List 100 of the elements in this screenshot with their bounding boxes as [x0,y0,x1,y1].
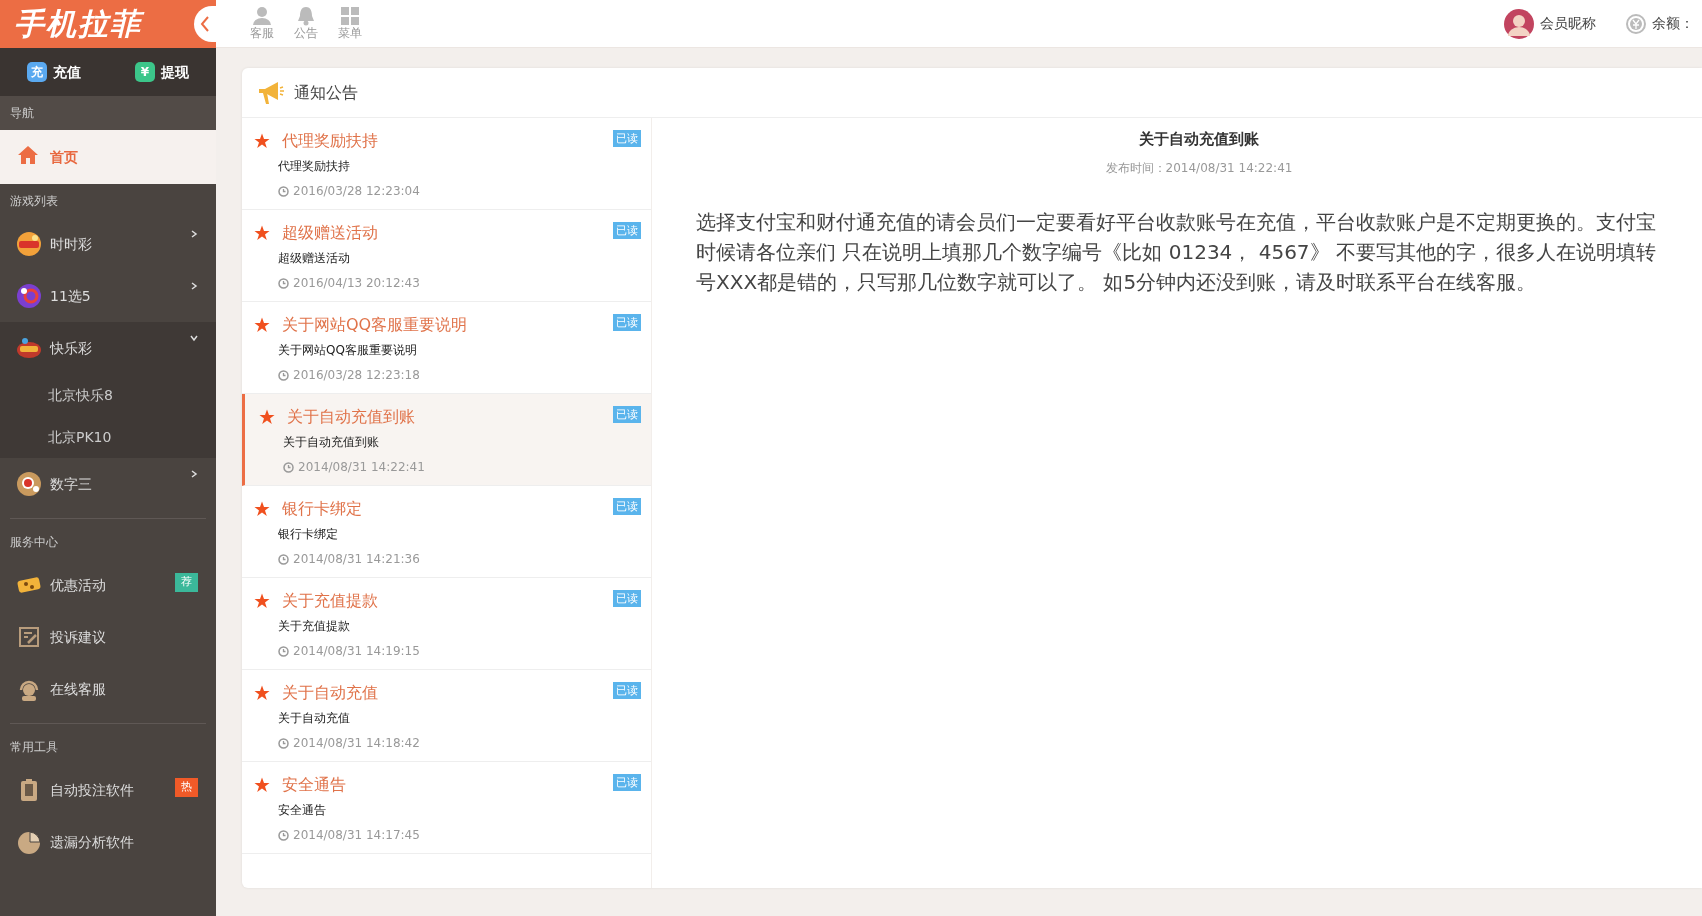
panel-title: 通知公告 [294,81,358,104]
sidebar-item[interactable]: 优惠活动 荐 [0,559,216,611]
balance-label: 余额： [1652,14,1694,33]
chevron-right-icon [190,470,198,478]
number-ball-icon [16,471,42,497]
notice-title: 安全通告 [282,774,347,796]
star-icon [254,777,270,793]
notice-time: 2014/08/31 14:18:42 [293,735,420,752]
sidebar-subitem[interactable]: 北京PK10 [0,416,216,458]
notice-time: 2016/04/13 20:12:43 [293,275,420,292]
article-text: 号XXX都是错的，只写那几位数字就可以了。 如5分钟内还没到账，请及时联系平台在线客服。 [696,268,1537,296]
avatar-icon [1504,8,1534,39]
article-text: 时候请各位亲们 只在说明上填那几个数字编号《比如 01234， 4567》 不要写其他的字，很多人在说明填转 [696,238,1656,266]
clock-icon [278,645,289,657]
badge: 荐 [175,573,198,592]
read-badge: 已读 [613,314,641,331]
section-label: 导航 [0,96,216,130]
edit-icon [16,624,42,650]
notice-item[interactable]: 关于充值提款 已读 关于充值提款 2014/08/31 14:19:15 [242,578,651,670]
badge: 热 [175,778,198,797]
star-icon [254,317,270,333]
notice-summary: 代理奖励扶持 [278,158,351,175]
notice-summary: 关于自动充值 [278,710,351,727]
sidebar-item[interactable]: 快乐彩 [0,322,216,374]
sidebar-item[interactable]: 自动投注软件 热 [0,764,216,816]
notice-item[interactable]: 安全通告 已读 安全通告 2014/08/31 14:17:45 [242,762,651,854]
notice-time: 2016/03/28 12:23:18 [293,367,420,384]
bowl-icon [16,335,42,361]
chevron-right-icon [190,230,198,238]
section-label: 服务中心 [9,534,59,551]
section-label: 游戏列表 [9,193,59,210]
star-icon [254,501,270,517]
notice-summary: 关于充值提款 [278,618,351,635]
clock-icon [278,369,289,381]
clock-icon [278,553,289,565]
notice-item[interactable]: 超级赠送活动 已读 超级赠送活动 2016/04/13 20:12:43 [242,210,651,302]
action-icon: 充 [27,62,47,82]
sidebar-item[interactable]: 在线客服 [0,663,216,715]
notice-title: 超级赠送活动 [282,222,379,244]
pie-chart-icon [16,829,42,855]
clock-icon [278,737,289,749]
notice-summary: 关于网站QQ客服重要说明 [278,342,418,359]
sidebar-item[interactable]: 投诉建议 [0,611,216,663]
star-icon [259,409,275,425]
sidebar-subitem[interactable]: 北京快乐8 [0,374,216,416]
notice-summary: 关于自动充值到账 [283,434,380,451]
notice-summary: 安全通告 [278,802,327,819]
quick-action-button[interactable]: ¥ 提现 [131,59,193,85]
read-badge: 已读 [613,774,641,791]
sidebar-item[interactable]: 遗漏分析软件 [0,816,216,868]
notice-item[interactable]: 关于自动充值到账 已读 关于自动充值到账 2014/08/31 14:22:41 [242,394,651,486]
notice-time: 2014/08/31 14:22:41 [298,459,425,476]
star-icon [254,133,270,149]
action-icon: ¥ [135,62,155,82]
ball-icon [16,283,42,309]
star-icon [254,685,270,701]
notice-time: 2014/08/31 14:17:45 [293,827,420,844]
chevron-right-icon [190,282,198,290]
publish-time: 发布时间：2014/08/31 14:22:41 [1104,159,1294,177]
user-menu[interactable]: 会员昵称 [1504,8,1596,39]
quick-action-button[interactable]: 充 充值 [23,59,85,85]
notice-title: 关于充值提款 [282,590,379,612]
star-icon [254,593,270,609]
notice-title: 代理奖励扶持 [282,130,379,152]
notice-title: 关于自动充值 [282,682,379,704]
notice-time: 2016/03/28 12:23:04 [293,183,420,200]
bell-icon [296,6,316,27]
notice-time: 2014/08/31 14:21:36 [293,551,420,568]
collapse-button[interactable] [194,6,216,42]
read-badge: 已读 [613,590,641,607]
chevron-left-icon [200,16,210,32]
person-icon [252,6,272,27]
sidebar-item[interactable]: 数字三 [0,458,216,510]
sidebar-item[interactable]: 11选5 [0,270,216,322]
grid-icon [340,6,360,27]
notice-summary: 超级赠送活动 [278,250,351,267]
clock-icon [278,829,289,841]
article-title: 关于自动充值到账 [1138,129,1260,150]
clock-icon [278,277,289,289]
article-text: 选择支付宝和财付通充值的请会员们一定要看好平台收款账号在充值，平台收款账户是不定期更换的。支付宝 [696,208,1656,236]
notice-item[interactable]: 代理奖励扶持 已读 代理奖励扶持 2016/03/28 12:23:04 [242,118,651,210]
notice-time: 2014/08/31 14:19:15 [293,643,420,660]
notice-item[interactable]: 银行卡绑定 已读 银行卡绑定 2014/08/31 14:21:36 [242,486,651,578]
clock-icon [283,461,294,473]
ball-icon [16,231,42,257]
read-badge: 已读 [613,498,641,515]
notice-item[interactable]: 关于自动充值 已读 关于自动充值 2014/08/31 14:18:42 [242,670,651,762]
section-label: 常用工具 [9,739,59,756]
star-icon [254,225,270,241]
read-badge: 已读 [613,682,641,699]
coin-icon [1626,13,1646,34]
read-badge: 已读 [613,130,641,147]
read-badge: 已读 [613,406,641,423]
clock-icon [278,185,289,197]
notice-title: 关于自动充值到账 [287,406,416,428]
sidebar-item[interactable]: 时时彩 [0,218,216,270]
read-badge: 已读 [613,222,641,239]
notice-title: 关于网站QQ客服重要说明 [282,314,469,336]
chevron-down-icon [190,334,198,342]
notice-title: 银行卡绑定 [282,498,363,520]
